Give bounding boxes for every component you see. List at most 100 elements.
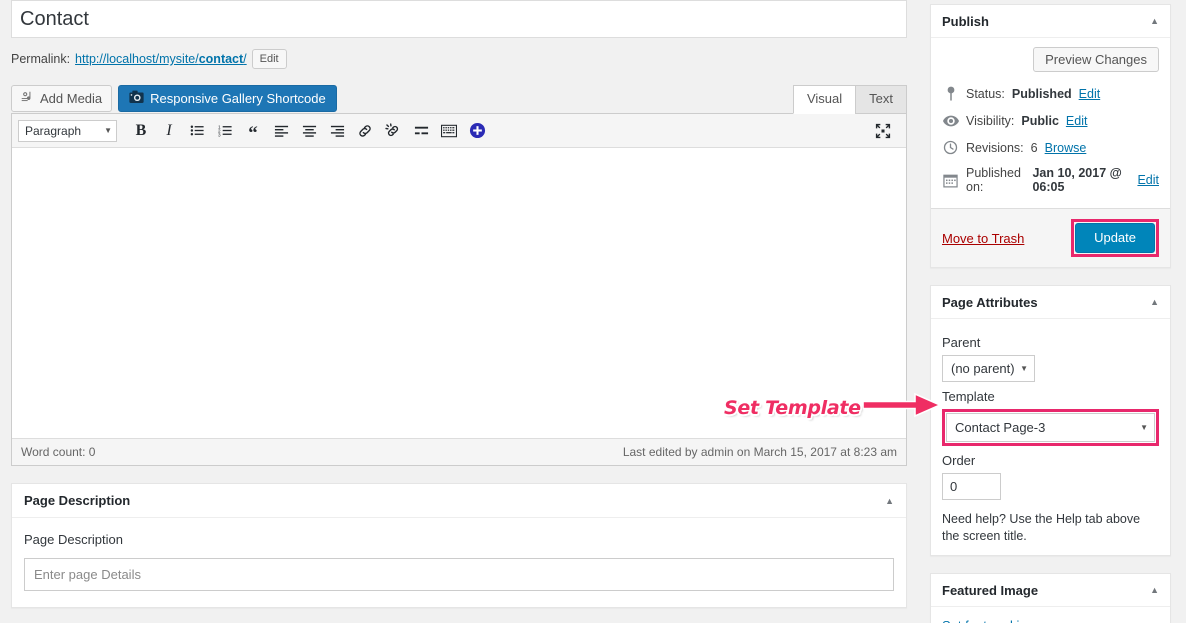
permalink-label: Permalink: — [11, 52, 71, 66]
published-on-label: Published on: — [966, 166, 1021, 194]
page-description-header: Page Description ▲ — [12, 484, 906, 518]
publish-panel: Publish ▲ Preview Changes Status: Publis… — [930, 4, 1171, 268]
align-left-icon[interactable] — [268, 118, 294, 144]
numbered-list-icon[interactable]: 1 2 3 — [212, 118, 238, 144]
revisions-row: Revisions: 6 Browse — [942, 134, 1159, 161]
editor-main-column: Permalink: http://localhost/mysite/conta… — [11, 0, 907, 608]
page-title-input[interactable] — [11, 0, 907, 38]
format-select-value: Paragraph — [25, 123, 82, 138]
publish-panel-body: Preview Changes Status: Published Edit V… — [931, 38, 1170, 267]
template-select-value: Contact Page-3 — [955, 420, 1046, 435]
pin-icon — [942, 85, 959, 102]
page-attributes-title: Page Attributes — [942, 294, 1038, 310]
add-media-label: Add Media — [40, 90, 103, 106]
revisions-value: 6 — [1030, 140, 1038, 155]
parent-select[interactable]: (no parent) ▼ — [942, 355, 1035, 382]
chevron-down-icon: ▼ — [1020, 364, 1028, 373]
page-description-field-label: Page Description — [24, 532, 123, 547]
visibility-row: Visibility: Public Edit — [942, 107, 1159, 134]
featured-image-header: Featured Image ▲ — [931, 574, 1170, 607]
insert-more-icon[interactable] — [408, 118, 434, 144]
permalink-slug: contact — [198, 52, 244, 66]
page-attributes-panel: Page Attributes ▲ Parent (no parent) ▼ T… — [930, 285, 1171, 556]
gallery-shortcode-label: Responsive Gallery Shortcode — [150, 90, 326, 106]
toolbar-toggle-icon[interactable] — [436, 118, 462, 144]
set-featured-image-link[interactable]: Set featured image — [942, 616, 1052, 623]
unlink-icon[interactable] — [380, 118, 406, 144]
order-input[interactable] — [942, 473, 1001, 500]
insert-link-icon[interactable] — [352, 118, 378, 144]
page-description-body: Page Description — [12, 518, 906, 607]
visibility-label: Visibility: — [966, 113, 1015, 128]
distraction-free-icon[interactable] — [870, 118, 896, 144]
revisions-label: Revisions: — [966, 140, 1024, 155]
eye-icon — [942, 112, 959, 129]
bold-icon[interactable]: B — [128, 118, 154, 144]
featured-image-panel: Featured Image ▲ Set featured image — [930, 573, 1171, 623]
add-media-button[interactable]: Add Media — [11, 84, 113, 112]
calendar-icon — [942, 172, 959, 189]
align-right-icon[interactable] — [324, 118, 350, 144]
editor-toolbar: Paragraph ▼ B I 1 2 3 “ — [12, 114, 906, 148]
preview-row: Preview Changes — [942, 47, 1159, 72]
chevron-up-icon[interactable]: ▲ — [1150, 16, 1159, 26]
chevron-up-icon[interactable]: ▲ — [1150, 297, 1159, 307]
editor-content-area[interactable] — [12, 148, 906, 438]
italic-icon[interactable]: I — [156, 118, 182, 144]
bulleted-list-icon[interactable] — [184, 118, 210, 144]
published-on-row: Published on: Jan 10, 2017 @ 06:05 Edit — [942, 161, 1159, 199]
parent-select-value: (no parent) — [951, 361, 1015, 376]
media-icon — [21, 90, 35, 107]
editor-sidebar: Publish ▲ Preview Changes Status: Publis… — [930, 4, 1171, 623]
chevron-down-icon: ▼ — [104, 126, 112, 135]
svg-text:3: 3 — [218, 133, 221, 138]
responsive-gallery-shortcode-button[interactable]: Responsive Gallery Shortcode — [118, 84, 337, 112]
featured-image-title: Featured Image — [942, 582, 1039, 598]
blockquote-icon[interactable]: “ — [240, 118, 266, 144]
wordpress-page-editor: Permalink: http://localhost/mysite/conta… — [0, 0, 1186, 623]
parent-label: Parent — [942, 335, 981, 350]
published-on-value: Jan 10, 2017 @ 06:05 — [1032, 166, 1122, 194]
media-buttons-row: Add Media Responsive Gallery Shortcode V… — [11, 83, 907, 114]
clock-icon — [942, 139, 959, 156]
chevron-up-icon[interactable]: ▲ — [1150, 585, 1159, 595]
preview-changes-button[interactable]: Preview Changes — [1033, 47, 1159, 72]
update-button[interactable]: Update — [1075, 223, 1155, 253]
template-select-highlight: Contact Page-3 ▼ — [942, 409, 1159, 446]
align-center-icon[interactable] — [296, 118, 322, 144]
word-count: Word count: 0 — [21, 445, 96, 459]
page-attributes-header: Page Attributes ▲ — [931, 286, 1170, 319]
edit-visibility-link[interactable]: Edit — [1066, 114, 1088, 128]
status-label: Status: — [966, 86, 1005, 101]
edit-permalink-button[interactable]: Edit — [251, 49, 287, 69]
browse-revisions-link[interactable]: Browse — [1045, 141, 1087, 155]
editor-status-bar: Word count: 0 Last edited by admin on Ma… — [12, 438, 906, 465]
chevron-down-icon: ▼ — [1140, 423, 1148, 432]
edit-status-link[interactable]: Edit — [1079, 87, 1101, 101]
permalink-url-prefix: http://localhost/mysite/ — [75, 52, 199, 66]
status-row: Status: Published Edit — [942, 80, 1159, 107]
permalink-row: Permalink: http://localhost/mysite/conta… — [11, 47, 907, 71]
page-description-title: Page Description — [24, 493, 131, 508]
visibility-value: Public — [1021, 113, 1059, 128]
template-label: Template — [942, 389, 995, 404]
tab-text[interactable]: Text — [855, 85, 907, 114]
last-edited-info: Last edited by admin on March 15, 2017 a… — [622, 445, 897, 459]
add-block-icon[interactable] — [464, 118, 490, 144]
page-attributes-help-text: Need help? Use the Help tab above the sc… — [942, 512, 1141, 543]
chevron-up-icon[interactable]: ▲ — [885, 496, 894, 506]
update-button-highlight: Update — [1071, 219, 1159, 257]
move-to-trash-link[interactable]: Move to Trash — [942, 231, 1024, 246]
order-label: Order — [942, 453, 976, 468]
publish-panel-header: Publish ▲ — [931, 5, 1170, 38]
tab-visual[interactable]: Visual — [792, 85, 856, 114]
permalink-url[interactable]: http://localhost/mysite/contact/ — [75, 52, 247, 66]
page-description-metabox: Page Description ▲ Page Description — [11, 483, 907, 608]
page-description-input[interactable] — [24, 558, 894, 591]
permalink-url-suffix: / — [243, 52, 247, 66]
template-select[interactable]: Contact Page-3 ▼ — [946, 413, 1155, 442]
editor-mode-tabs: Visual Text — [792, 85, 907, 114]
edit-published-date-link[interactable]: Edit — [1137, 173, 1159, 187]
camera-icon — [129, 90, 144, 107]
paragraph-format-select[interactable]: Paragraph ▼ — [18, 119, 117, 142]
